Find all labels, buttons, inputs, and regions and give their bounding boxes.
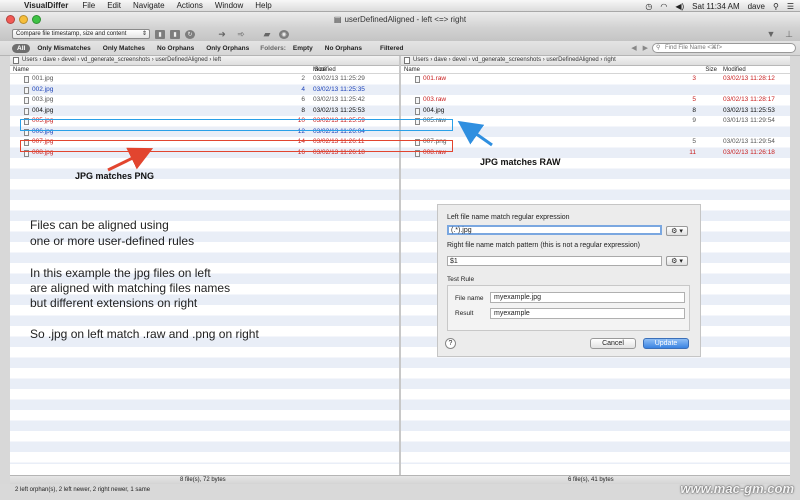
test-rule-group: File name myexample.jpg Result myexample [447, 285, 690, 331]
info-line-8: So .jpg on left match .raw and .png on r… [30, 327, 259, 341]
annotation-jpg-raw: JPG matches RAW [480, 157, 561, 167]
cancel-button[interactable]: Cancel [590, 338, 636, 349]
result-value: myexample [490, 308, 685, 319]
alignment-rule-dialog: Left file name match regular expression … [437, 204, 701, 357]
right-pattern-label: Right file name match pattern (this is n… [447, 242, 640, 249]
test-rule-label: Test Rule [447, 276, 475, 283]
left-regex-input[interactable]: (.*).jpg [447, 225, 662, 235]
info-line-1: Files can be aligned using [30, 218, 169, 232]
left-regex-label: Left file name match regular expression [447, 214, 570, 221]
arrow-raw [457, 120, 493, 147]
info-line-5: are aligned with matching files names [30, 281, 231, 295]
result-label: Result [455, 310, 474, 317]
status-bar: 8 file(s), 72 bytes 6 file(s), 41 bytes [10, 475, 790, 484]
watermark: www.mac-gm.com [680, 481, 794, 496]
info-line-6: but different extensions on right [30, 296, 198, 310]
file-name-label: File name [455, 295, 484, 302]
file-name-input[interactable]: myexample.jpg [490, 292, 685, 303]
gear-icon[interactable]: ⚙ ▾ [666, 256, 688, 266]
update-button[interactable]: Update [643, 338, 689, 349]
info-line-4: In this example the jpg files on left [30, 266, 211, 280]
gear-icon[interactable]: ⚙ ▾ [666, 226, 688, 236]
info-line-2: one or more user-defined rules [30, 234, 195, 248]
help-button[interactable]: ? [445, 338, 456, 349]
arrow-png [107, 147, 154, 172]
right-pattern-input[interactable]: $1 [447, 256, 662, 266]
summary-text: 2 left orphan(s), 2 left newer, 2 right … [15, 487, 151, 493]
annotation-jpg-png: JPG matches PNG [75, 171, 155, 181]
